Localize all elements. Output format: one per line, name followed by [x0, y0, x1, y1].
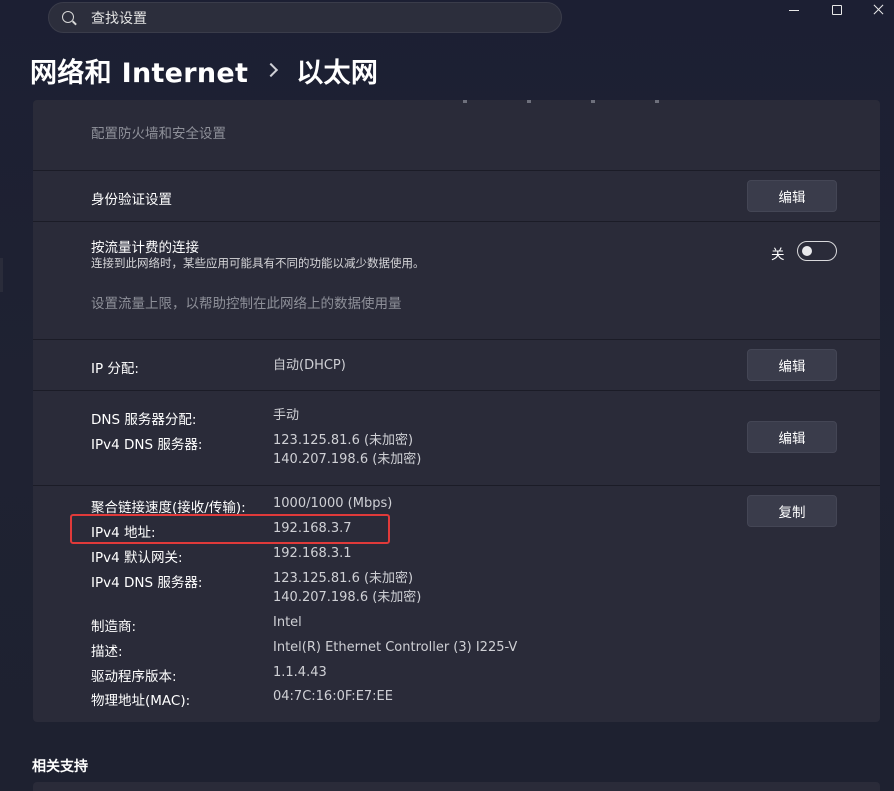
property-label: 聚合链接速度(接收/传输): [91, 500, 246, 516]
firewall-section: 配置防火墙和安全设置 [33, 100, 880, 171]
metered-section: 按流量计费的连接 连接到此网络时，某些应用可能具有不同的功能以减少数据使用。 设… [33, 222, 880, 340]
auth-edit-button[interactable]: 编辑 [747, 180, 837, 212]
dns-assignment-value: 手动 [273, 408, 300, 423]
ipv4-dns-value-1: 123.125.81.6 (未加密) [273, 433, 414, 448]
related-support-heading: 相关支持 [32, 759, 88, 775]
clipped-text-remnant [463, 100, 733, 103]
minimize-button[interactable] [775, 0, 815, 22]
search-input[interactable] [89, 3, 533, 34]
firewall-link[interactable]: 配置防火墙和安全设置 [91, 122, 226, 142]
auth-label: 身份验证设置 [91, 192, 172, 208]
ip-assignment-label: IP 分配: [91, 361, 139, 377]
property-label: IPv4 默认网关: [91, 550, 183, 566]
ip-edit-button[interactable]: 编辑 [747, 349, 837, 381]
property-value: 123.125.81.6 (未加密) [273, 571, 414, 586]
metered-label: 按流量计费的连接 [91, 240, 199, 256]
property-value: 140.207.198.6 (未加密) [273, 590, 422, 605]
ip-assignment-section: IP 分配: 自动(DHCP) 编辑 [33, 340, 880, 391]
property-value: 1000/1000 (Mbps) [273, 496, 393, 511]
close-button[interactable] [859, 0, 894, 22]
copy-button[interactable]: 复制 [747, 495, 837, 527]
related-support-card[interactable] [33, 782, 880, 791]
ip-assignment-value: 自动(DHCP) [273, 358, 346, 373]
property-value: Intel(R) Ethernet Controller (3) I225-V [273, 640, 518, 655]
ipv4-address-highlight-box [70, 514, 390, 544]
search-box[interactable] [48, 2, 562, 34]
property-value: Intel [273, 615, 302, 630]
auth-section: 身份验证设置 编辑 [33, 171, 880, 222]
metered-toggle[interactable] [797, 241, 837, 261]
property-label: 制造商: [91, 619, 137, 635]
toggle-state-label: 关 [771, 247, 785, 263]
property-label: IPv4 DNS 服务器: [91, 575, 203, 591]
search-icon [62, 11, 74, 23]
property-value: 04:7C:16:0F:E7:EE [273, 689, 393, 704]
metered-description: 连接到此网络时，某些应用可能具有不同的功能以减少数据使用。 [91, 256, 425, 270]
property-label: 驱动程序版本: [91, 669, 177, 685]
maximize-button[interactable] [817, 0, 857, 22]
property-value: 1.1.4.43 [273, 665, 327, 680]
property-label: 描述: [91, 644, 123, 660]
dns-edit-button[interactable]: 编辑 [747, 421, 837, 453]
toggle-knob [802, 246, 812, 256]
settings-window: 网络和 Internet 以太网 配置防火墙和安全设置 身份验证设置 编辑 按流… [0, 0, 894, 791]
page-title: 以太网 [296, 57, 379, 89]
ipv4-dns-label: IPv4 DNS 服务器: [91, 437, 203, 453]
breadcrumb-parent[interactable]: 网络和 Internet [30, 51, 248, 90]
scroll-indicator [0, 258, 3, 292]
ethernet-properties-card: 配置防火墙和安全设置 身份验证设置 编辑 按流量计费的连接 连接到此网络时，某些… [33, 100, 880, 722]
chevron-right-icon [264, 62, 279, 78]
property-label: 物理地址(MAC): [91, 693, 191, 709]
ipv4-dns-value-2: 140.207.198.6 (未加密) [273, 452, 422, 467]
dns-assignment-label: DNS 服务器分配: [91, 412, 197, 428]
data-limit-link[interactable]: 设置流量上限，以帮助控制在此网络上的数据使用量 [91, 292, 402, 312]
breadcrumb: 网络和 Internet 以太网 [30, 50, 378, 90]
dns-section: DNS 服务器分配: 手动 IPv4 DNS 服务器: 123.125.81.6… [33, 391, 880, 486]
property-value: 192.168.3.1 [273, 546, 352, 561]
